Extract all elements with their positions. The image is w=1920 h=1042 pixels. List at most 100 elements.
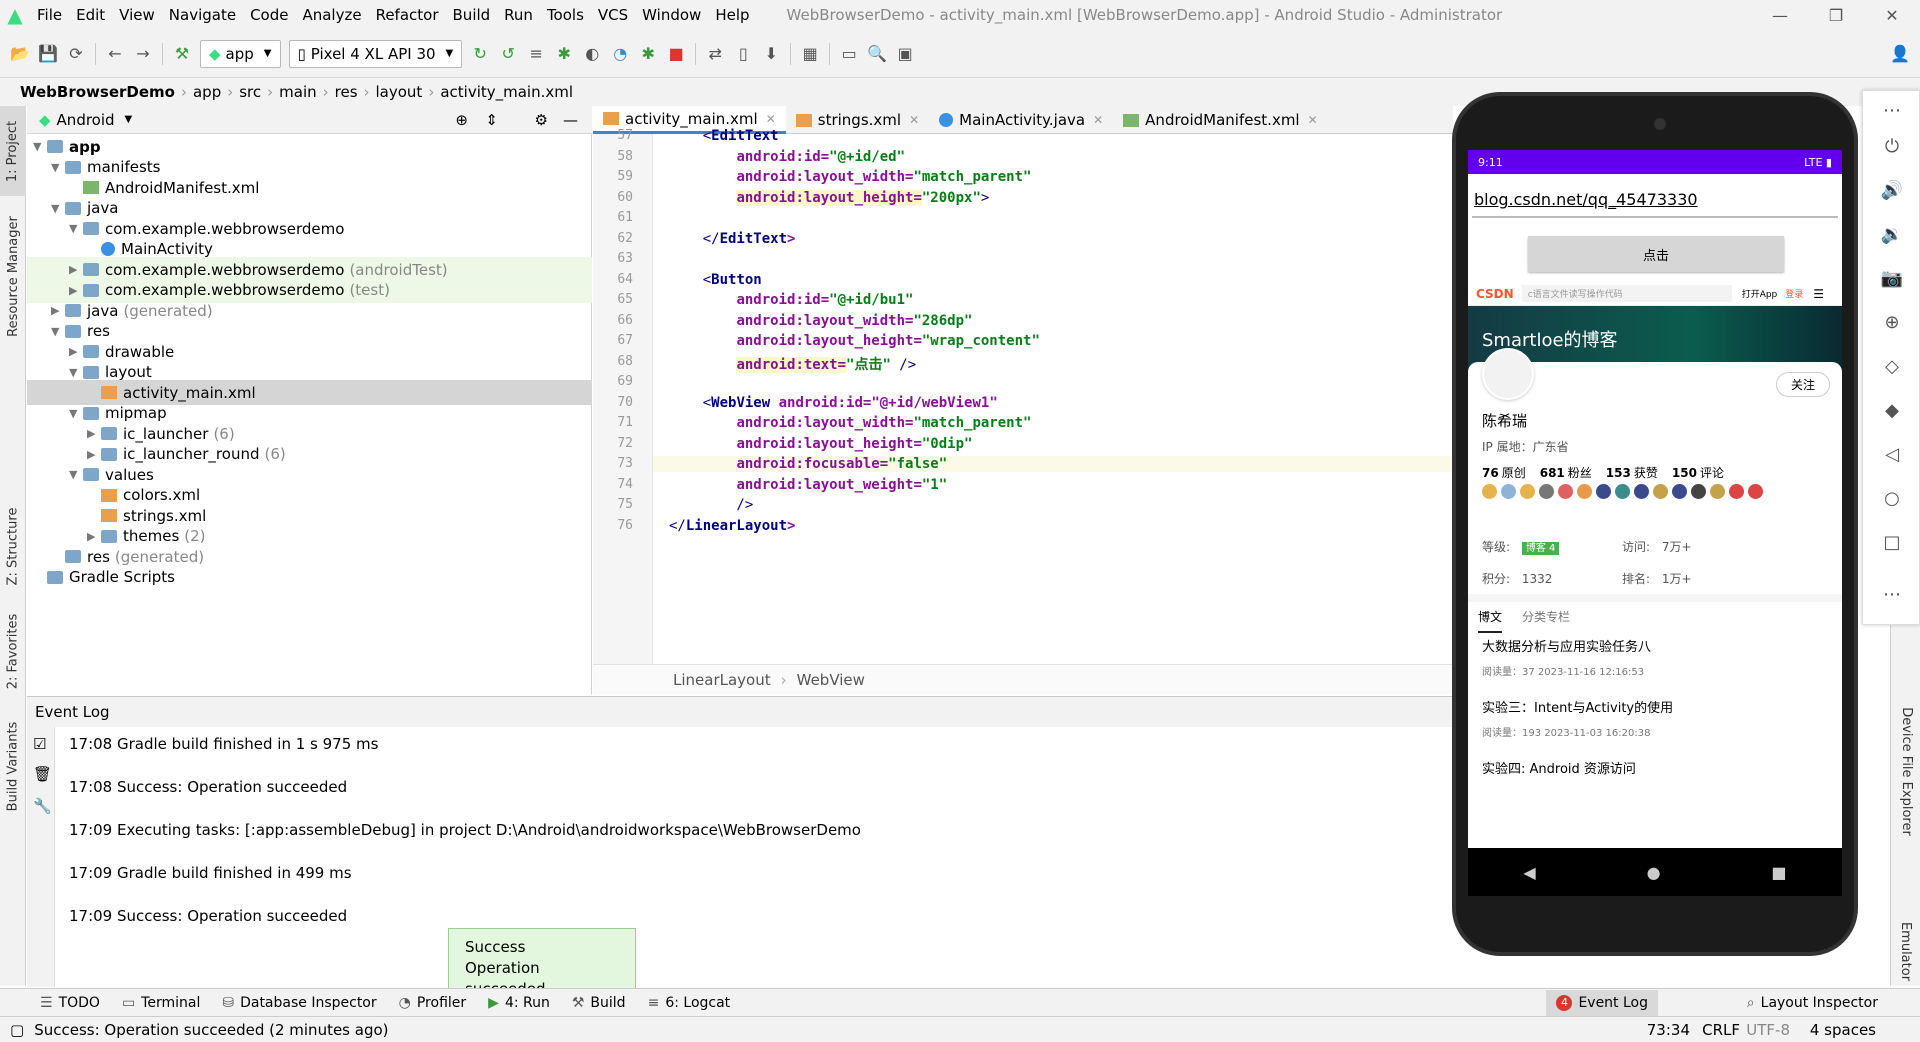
search-input[interactable]: c语言文件读写操作代码 [1521,285,1732,302]
expand-arrow-icon[interactable]: ▶ [87,427,101,440]
structure-tab[interactable]: Z: Structure [0,496,26,596]
trash-icon[interactable]: 🗑 [33,765,52,783]
avatar[interactable] [1482,348,1534,400]
home-icon[interactable]: ○ [1877,483,1907,513]
device-file-explorer-tab[interactable]: Device File Explorer [1893,706,1919,836]
expand-arrow-icon[interactable]: ▶ [87,448,101,461]
overview-icon[interactable]: □ [1877,527,1907,557]
post-item[interactable]: 实验四: Android 资源访问 [1482,758,1832,785]
zoom-icon[interactable]: ⊕ [1877,307,1907,337]
run-config-select[interactable]: ◆ app ▼ [200,39,281,68]
terminal-tab[interactable]: ▭ Terminal [122,995,200,1011]
expand-arrow-icon[interactable]: ▶ [69,263,83,276]
layout-icon[interactable]: ▢ [10,1021,24,1039]
camera-icon[interactable]: 📷 [1877,263,1907,293]
gear-icon[interactable]: ⚙ [535,111,548,129]
todo-tab[interactable]: ☰ TODO [40,995,100,1011]
tab-androidmanifest-xml[interactable]: AndroidManifest.xml ✕ [1113,106,1328,134]
emulator-tab[interactable]: Emulator [1893,906,1919,996]
home-icon[interactable]: ● [1647,863,1661,882]
menu-icon[interactable]: ☰ [1813,287,1824,301]
tab-posts[interactable]: 博文 [1478,608,1503,633]
build-variants-tab[interactable]: Build Variants [0,711,26,821]
tree-node[interactable]: Gradle Scripts [33,565,175,590]
expand-arrow-icon[interactable]: ▶ [87,530,101,543]
rotate-left-icon[interactable]: ◇ [1877,351,1907,381]
close-icon[interactable]: ✕ [1864,0,1920,30]
expand-arrow-icon[interactable]: ▼ [69,407,83,420]
sync-gradle-icon[interactable]: ⇄ [701,40,729,68]
collapse-icon[interactable]: ⇕ [485,111,498,129]
build-hammer-icon[interactable]: ⚒ [168,40,196,68]
debug-icon[interactable]: ✱ [550,40,578,68]
tab-mainactivity-java[interactable]: MainActivity.java ✕ [929,106,1113,134]
url-edittext[interactable]: blog.csdn.net/qq_45473330 [1472,190,1838,218]
back-icon[interactable]: ← [101,40,129,68]
device-select[interactable]: ▯ Pixel 4 XL API 30 ▼ [288,39,463,68]
extended-controls-icon[interactable]: ⋯ [1877,579,1907,609]
avd-manager-icon[interactable]: ▯ [729,40,757,68]
stop-icon[interactable]: ■ [662,40,690,68]
stat-item[interactable]: 681 粉丝 [1540,464,1592,481]
apply-changes-icon[interactable]: ↻ [466,40,494,68]
profiler-tab[interactable]: ◔ Profiler [399,995,467,1011]
menu-tools[interactable]: Tools [540,0,591,30]
menu-analyze[interactable]: Analyze [295,0,368,30]
search-icon[interactable]: 🔍 [863,40,891,68]
close-icon[interactable]: ✕ [1093,113,1103,127]
line-separator[interactable]: CRLF [1702,1021,1740,1039]
menu-build[interactable]: Build [446,0,498,30]
save-icon[interactable]: 💾 [34,40,62,68]
expand-arrow-icon[interactable]: ▼ [51,161,65,174]
menu-edit[interactable]: Edit [69,0,112,30]
back-icon[interactable]: ◀ [1523,863,1535,882]
event-log-tab[interactable]: 4 Event Log [1546,989,1658,1016]
menu-window[interactable]: Window [635,0,708,30]
account-icon[interactable]: 👤 [1886,40,1914,68]
menu-file[interactable]: File [30,0,69,30]
open-folder-icon[interactable]: 📂 [6,40,34,68]
more-icon[interactable]: ⋯ [1877,95,1907,125]
post-item[interactable]: 实验三：Intent与Activity的使用 阅读量：193 2023-11-03… [1482,697,1832,739]
terminal-icon[interactable]: ▭ [835,40,863,68]
run-tab[interactable]: ▶ 4: Run [488,995,550,1011]
expand-arrow-icon[interactable]: ▼ [51,202,65,215]
sync-icon[interactable]: ⟳ [62,40,90,68]
power-icon[interactable]: ⏻ [1877,131,1907,161]
build-tab[interactable]: ⚒ Build [572,995,626,1011]
project-view-select[interactable]: Android [57,111,115,129]
status-message[interactable]: Success: Operation succeeded (2 minutes … [34,1021,388,1039]
project-structure-icon[interactable]: ▦ [796,40,824,68]
cursor-position[interactable]: 73:34 [1647,1021,1690,1039]
back-icon[interactable]: ◁ [1877,439,1907,469]
chevron-down-icon[interactable]: ▼ [125,114,133,125]
indent-setting[interactable]: 4 spaces [1810,1021,1876,1039]
menu-refactor[interactable]: Refactor [369,0,446,30]
open-app-link[interactable]: 打开App [1742,287,1778,300]
breadcrumb-item[interactable]: main [273,83,322,101]
menu-code[interactable]: Code [243,0,295,30]
close-icon[interactable]: ✕ [909,113,919,127]
attach-debugger-icon[interactable]: ✱ [634,40,662,68]
menu-help[interactable]: Help [708,0,756,30]
path-item[interactable]: WebView [797,671,865,689]
expand-arrow-icon[interactable]: ▶ [51,304,65,317]
favorites-tab[interactable]: 2: Favorites [0,601,26,701]
expand-arrow-icon[interactable]: ▶ [69,345,83,358]
sdk-manager-icon[interactable]: ⬇ [757,40,785,68]
rotate-right-icon[interactable]: ◆ [1877,395,1907,425]
device-manager-icon[interactable]: ▣ [891,40,919,68]
post-item[interactable]: 大数据分析与应用实验任务八 阅读量：37 2023-11-16 12:16:53 [1482,636,1832,678]
phone-screen[interactable]: 9:11 LTE ▮ blog.csdn.net/qq_45473330 点击 … [1468,150,1842,896]
expand-arrow-icon[interactable]: ▼ [69,222,83,235]
project-tool-tab[interactable]: 1: Project [0,106,26,196]
breadcrumb-item[interactable]: activity_main.xml [434,83,579,101]
click-button[interactable]: 点击 [1528,236,1784,272]
coverage-icon[interactable]: ◐ [578,40,606,68]
follow-button[interactable]: 关注 [1775,372,1830,397]
menu-navigate[interactable]: Navigate [162,0,243,30]
code-editor[interactable]: 57 58 59 60 61 62 63 64 65 66 67 68 69 70 71 72 73 74 75 76… [593,128,1453,664]
restore-icon[interactable]: ❐ [1808,0,1864,30]
apply-code-changes-icon[interactable]: ↺ [494,40,522,68]
menu-view[interactable]: View [112,0,162,30]
